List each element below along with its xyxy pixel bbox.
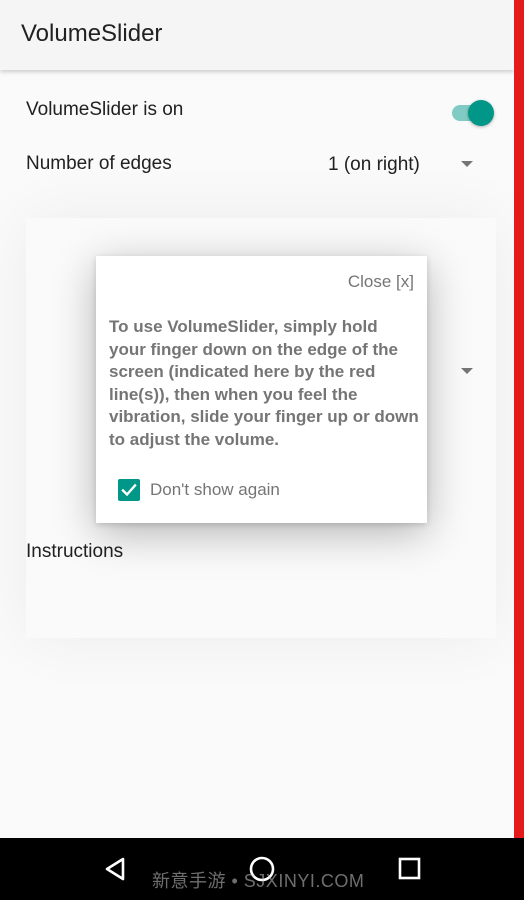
dont-show-again-checkbox[interactable] (118, 479, 140, 501)
navigation-bar: 新意手游 • SJXINYI.COM (0, 838, 524, 900)
watermark-text: 新意手游 • SJXINYI.COM (152, 871, 365, 891)
app-bar: VolumeSlider (0, 0, 514, 70)
dont-show-again-label: Don't show again (150, 480, 280, 499)
hidden-dropdown-arrow-icon[interactable] (461, 368, 473, 374)
screen: VolumeSlider VolumeSlider is on Number o… (0, 0, 524, 900)
app-title: VolumeSlider (21, 20, 163, 47)
red-edge-indicator (514, 0, 524, 838)
close-dialog-link[interactable]: Close [x] (348, 272, 414, 292)
edges-dropdown-arrow-icon[interactable] (461, 161, 473, 167)
edges-spinner[interactable]: 1 (on right) (328, 154, 420, 176)
switch-thumb (468, 100, 494, 126)
dont-show-again-row[interactable]: Don't show again (118, 478, 280, 502)
edges-label: Number of edges (26, 153, 172, 174)
back-triangle-icon[interactable] (102, 855, 130, 883)
instructions-dialog: Close [x] To use VolumeSlider, simply ho… (96, 256, 427, 523)
checkmark-icon (121, 483, 137, 497)
recents-square-icon[interactable] (396, 855, 424, 883)
enabled-switch[interactable] (452, 100, 494, 126)
enabled-label: VolumeSlider is on (26, 99, 184, 120)
instructions-item[interactable]: Instructions (26, 541, 123, 563)
dialog-body-text: To use VolumeSlider, simply hold your fi… (109, 317, 419, 449)
